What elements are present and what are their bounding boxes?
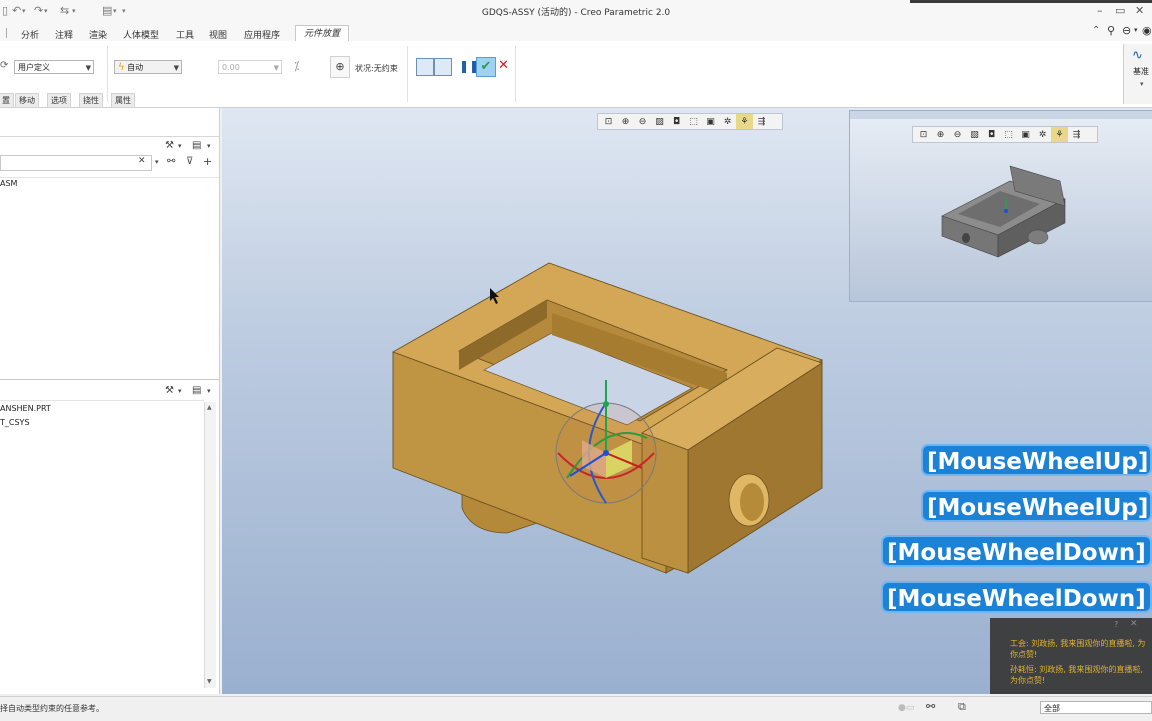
clear-icon[interactable]: ✕	[138, 156, 146, 166]
chevron-down-icon: ▼	[173, 64, 179, 72]
title-accent-bar	[910, 0, 1152, 3]
help-dropdown-icon[interactable]: ▾	[1134, 26, 1138, 34]
tree-settings-icon[interactable]: ⚒	[165, 385, 174, 396]
offset-input[interactable]: 0.00 ▼	[218, 60, 282, 74]
ribbon-divider	[107, 46, 108, 102]
tree-columns-icon[interactable]: ▤	[192, 385, 201, 396]
side-bore	[728, 473, 770, 527]
chevron-down-icon: ▼	[273, 64, 279, 72]
live-chat-overlay: ? ✕ 工会: 刘政扬, 我来围观你的直播啦, 为你点赞! 孙耗恒: 刘政扬, …	[990, 618, 1152, 694]
ribbon-divider	[407, 46, 408, 102]
key-overlay: [MouseWheelDown]	[881, 581, 1152, 613]
ribbon-divider	[515, 46, 516, 102]
chat-message: 孙耗恒: 刘政扬, 我来围观你的直播啦, 为你点赞!	[1010, 665, 1143, 685]
constraint-set-select[interactable]: 用户定义 ▼	[14, 60, 94, 74]
tree-scrollbar[interactable]: ▲ ▼	[204, 402, 216, 688]
separate-window-icon[interactable]	[416, 58, 434, 76]
status-message: 择自动类型约束的任意参考。	[0, 704, 104, 713]
divider	[0, 136, 219, 137]
window-title: GDQS-ASSY (活动的) - Creo Parametric 2.0	[481, 8, 671, 18]
title-bar: ▯ ↶ ▾ ↷ ▾ ⇆ ▾ ▤ ▾ ▾ GDQS-ASSY (活动的) - Cr…	[0, 0, 1152, 23]
tree-columns-icon[interactable]: ▤	[192, 140, 201, 151]
window-list-icon[interactable]: ⧉	[958, 700, 966, 714]
close-icon[interactable]: ✕	[1130, 619, 1138, 629]
constraint-type-value: 自动	[127, 63, 144, 72]
tree-settings-icon[interactable]: ⚒	[165, 140, 174, 151]
chevron-down-icon[interactable]: ▾	[207, 387, 211, 395]
chevron-down-icon[interactable]: ▾	[155, 158, 159, 166]
tab-render[interactable]: 渲染	[89, 28, 107, 41]
help-icon[interactable]: ⊖	[1122, 24, 1131, 37]
tab-annotate[interactable]: 注释	[55, 28, 73, 41]
search-icon[interactable]: ⚲	[1107, 24, 1115, 37]
scroll-down-icon[interactable]: ▼	[207, 678, 212, 685]
datum-group[interactable]: ∿ 基准 ▾	[1123, 44, 1152, 104]
binoculars-icon[interactable]: ⚯	[167, 156, 175, 167]
placement-status: 状况:无约束	[355, 64, 398, 73]
model-tree-panel: ⚒ ▾ ▤ ▾ ✕ ▾ ⚯ ⊽ + ASM ⚒ ▾ ▤ ▾ ANSHEN.PRT…	[0, 108, 220, 694]
tab-applications[interactable]: 应用程序	[244, 28, 280, 41]
key-overlay: [MouseWheelUp]	[921, 490, 1152, 522]
selection-filter-select[interactable]: 全部	[1040, 701, 1152, 714]
datum-wave-icon: ∿	[1132, 48, 1143, 63]
chevron-down-icon[interactable]: ▾	[178, 142, 182, 150]
chat-message: 工会: 刘政扬, 我来围观你的直播啦, 为你点赞!	[1010, 639, 1146, 659]
preview-model	[941, 165, 1066, 258]
flip-icon[interactable]: ⁒	[294, 59, 299, 73]
key-overlay: [MouseWheelUp]	[921, 444, 1152, 476]
tab-manikin[interactable]: 人体模型	[123, 28, 159, 41]
component-preview-window[interactable]: ⊡ ⊕ ⊖ ▨ ◘ ⬚ ▣ ✲ ⚘ ⇶	[849, 110, 1152, 302]
tree-search-input[interactable]	[0, 155, 152, 171]
constraint-type-icon: ⟳	[0, 60, 9, 71]
tab-component-placement[interactable]: 元件放置	[295, 25, 349, 42]
subtab-placement[interactable]: 置	[0, 93, 14, 108]
tree-item-assembly[interactable]: ASM	[0, 179, 17, 188]
selection-filter-value: 全部	[1044, 704, 1060, 713]
cancel-x-icon[interactable]: ✕	[498, 58, 509, 73]
tab-file-edge[interactable]	[0, 28, 7, 38]
lightning-icon: ϟ	[118, 62, 125, 73]
tree-item-part[interactable]: ANSHEN.PRT	[0, 404, 51, 413]
restore-button[interactable]: ▭	[1115, 4, 1125, 17]
close-window-button[interactable]: ✕	[1135, 4, 1144, 17]
selection-icon[interactable]: ⚯	[926, 700, 935, 713]
offset-value: 0.00	[222, 63, 240, 72]
help-icon[interactable]: ?	[1114, 620, 1118, 629]
filter-icon[interactable]: ⊽	[186, 156, 193, 167]
placement-mode-icon[interactable]: ⊕	[330, 56, 350, 78]
add-icon[interactable]: +	[203, 155, 212, 168]
chevron-down-icon[interactable]: ▾	[207, 142, 211, 150]
scroll-up-icon[interactable]: ▲	[207, 404, 212, 411]
subtab-options[interactable]: 选项	[47, 93, 71, 108]
help-center-icon[interactable]: ◉	[1142, 24, 1152, 37]
indicator-icon: ●▭	[898, 703, 915, 713]
key-overlay: [MouseWheelDown]	[881, 535, 1152, 567]
chevron-down-icon: ▼	[85, 64, 91, 72]
assembly-window-icon[interactable]	[434, 58, 452, 76]
tab-tools[interactable]: 工具	[176, 28, 194, 41]
subtab-properties[interactable]: 属性	[111, 93, 135, 108]
constraint-set-value: 用户定义	[18, 63, 50, 72]
chevron-down-icon: ▾	[1140, 80, 1144, 88]
status-bar: 择自动类型约束的任意参考。 ●▭ ⚯ ⧉ 全部	[0, 696, 1152, 721]
tab-analysis[interactable]: 分析	[21, 28, 39, 41]
chevron-down-icon[interactable]: ▾	[178, 387, 182, 395]
ribbon-tab-row: 分析 注释 渲染 人体模型 工具 视图 应用程序 ⌃ ⚲ ⊖ ▾ ◉	[0, 22, 1152, 41]
tree-item-csys[interactable]: T_CSYS	[0, 418, 30, 427]
chevron-up-icon[interactable]: ⌃	[1092, 25, 1100, 36]
tab-view[interactable]: 视图	[209, 28, 227, 41]
divider	[0, 177, 219, 178]
subtab-flexibility[interactable]: 挠性	[79, 93, 103, 108]
datum-label: 基准	[1133, 67, 1149, 76]
divider	[0, 379, 219, 380]
subtab-move[interactable]: 移动	[15, 93, 39, 108]
constraint-type-select[interactable]: ϟ 自动 ▼	[114, 60, 182, 74]
divider	[0, 400, 204, 401]
minimize-button[interactable]: –	[1097, 4, 1103, 17]
confirm-check-icon[interactable]: ✔	[476, 57, 496, 77]
